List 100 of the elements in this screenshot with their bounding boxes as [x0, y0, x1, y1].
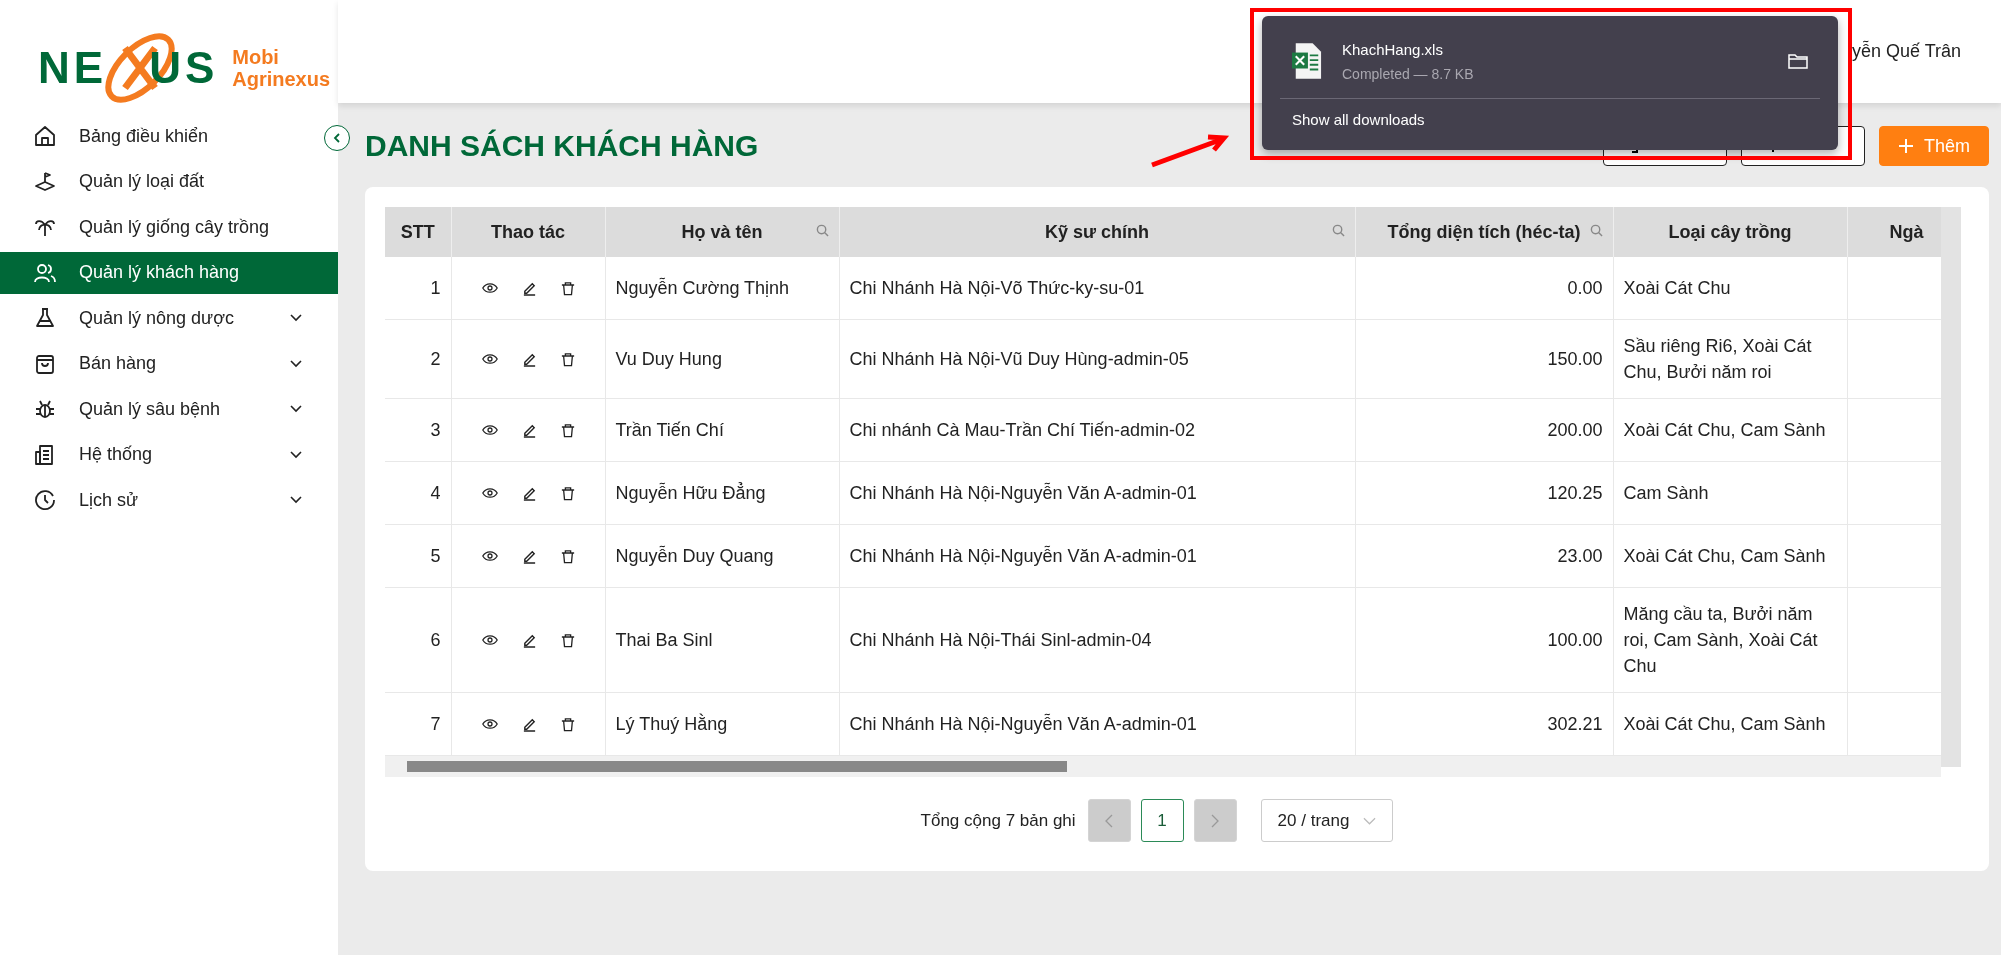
- file-name[interactable]: KhachHang.xls: [1342, 40, 1768, 58]
- delete-icon[interactable]: [560, 716, 575, 732]
- table-cell: Chi Nhánh Hà Nội-Vũ Duy Hùng-admin-05: [849, 349, 1189, 369]
- page-size-select[interactable]: 20 / trang: [1260, 799, 1394, 842]
- table-cell: 7: [430, 714, 441, 734]
- sidebar-item[interactable]: Bảng điều khiển: [0, 115, 322, 157]
- view-icon[interactable]: [481, 550, 498, 562]
- table-cell: Xoài Cát Chu, Cam Sành: [1623, 420, 1826, 440]
- search-icon[interactable]: [1331, 224, 1345, 237]
- table-cell: 100.00: [1547, 630, 1603, 650]
- table-cell: Trần Tiến Chí: [615, 420, 724, 440]
- table-cell: Chi Nhánh Hà Nội-Nguyễn Văn A-admin-01: [849, 483, 1197, 503]
- table-cell: Chi Nhánh Hà Nội-Thái Sinl-admin-04: [849, 630, 1152, 650]
- brand-name: Mobi: [232, 45, 280, 68]
- download-status: Completed — 8.7 KB: [1342, 65, 1475, 82]
- table-cell: Nguyễn Cường Thịnh: [615, 278, 790, 298]
- column-header[interactable]: Thao tác: [451, 207, 605, 257]
- table-cell: 0.00: [1567, 278, 1603, 298]
- brand-name: Agrinexus: [232, 67, 331, 90]
- table-cell: 23.00: [1557, 546, 1603, 566]
- chevron-down-icon: [290, 359, 302, 368]
- delete-icon[interactable]: [560, 485, 575, 501]
- soil-icon: [33, 169, 57, 194]
- column-header[interactable]: Loại cây trồng: [1613, 207, 1847, 257]
- spreadsheet-file-icon: [1292, 42, 1322, 80]
- table-cell: Vu Duy Hung: [615, 349, 722, 369]
- table-cell: Chi Nhánh Hà Nội-Nguyễn Văn A-admin-01: [849, 546, 1197, 566]
- search-icon[interactable]: [1589, 224, 1603, 237]
- table-cell: Măng cầu ta, Bưởi năm roi, Cam Sành, Xoài Cát Chu: [1623, 604, 1818, 676]
- table-cell: Sầu riêng Ri6, Xoài Cát Chu, Bưởi năm roi: [1623, 336, 1812, 382]
- delete-icon[interactable]: [560, 351, 575, 367]
- chevron-left-icon: [332, 133, 342, 143]
- edit-icon[interactable]: [521, 351, 537, 367]
- table-cell: 3: [430, 420, 441, 440]
- sidebar-item[interactable]: Quản lý loại đất: [0, 160, 322, 203]
- chevron-down-icon: [1363, 816, 1377, 825]
- column-header[interactable]: Kỹ sư chính: [839, 207, 1355, 257]
- delete-icon[interactable]: [560, 422, 575, 438]
- table-cell: 6: [430, 630, 441, 650]
- chevron-right-icon: [1211, 813, 1220, 828]
- edit-icon[interactable]: [521, 422, 537, 438]
- table-cell: 5: [430, 546, 441, 566]
- view-icon[interactable]: [481, 353, 498, 365]
- view-icon[interactable]: [481, 282, 498, 294]
- column-header[interactable]: STT: [385, 207, 451, 257]
- search-icon[interactable]: [815, 224, 829, 237]
- table-cell: Xoài Cát Chu: [1623, 278, 1731, 298]
- delete-icon[interactable]: [560, 280, 575, 296]
- table-cell: Nguyễn Duy Quang: [615, 546, 774, 566]
- table-cell: Chi nhánh Cà Mau-Trần Chí Tiến-admin-02: [849, 420, 1195, 440]
- column-header[interactable]: Ngà: [1847, 207, 1941, 257]
- chevron-down-icon: [290, 496, 302, 504]
- home-icon: [33, 124, 57, 148]
- folder-icon[interactable]: [1788, 53, 1808, 69]
- plus-icon: [1898, 138, 1914, 154]
- table-cell: 150.00: [1547, 349, 1603, 369]
- page-button[interactable]: 1: [1140, 799, 1184, 842]
- scrollbar[interactable]: [385, 756, 1941, 777]
- table-cell: 120.25: [1547, 483, 1603, 503]
- show-all-downloads-link[interactable]: Show all downloads: [1292, 111, 1425, 128]
- table-cell: 4: [430, 483, 441, 503]
- view-icon[interactable]: [481, 718, 498, 730]
- sidebar-item[interactable]: Quản lý giống cây trồng: [0, 206, 322, 248]
- column-header[interactable]: Họ và tên: [605, 207, 839, 257]
- sidebar-item[interactable]: Quản lý nông dược: [0, 297, 322, 339]
- edit-icon[interactable]: [521, 716, 537, 732]
- view-icon[interactable]: [481, 487, 498, 499]
- edit-icon[interactable]: [521, 632, 537, 648]
- view-icon[interactable]: [481, 634, 498, 646]
- sidebar-item[interactable]: Bán hàng: [0, 342, 322, 385]
- sidebar-item[interactable]: Lịch sử: [0, 479, 322, 521]
- table-cell: Chi Nhánh Hà Nội-Nguyễn Văn A-admin-01: [849, 714, 1197, 734]
- user-name[interactable]: yễn Quế Trân: [1851, 41, 1961, 62]
- edit-icon[interactable]: [521, 485, 537, 501]
- table-cell: Xoài Cát Chu, Cam Sành: [1623, 546, 1826, 566]
- table-cell: 200.00: [1547, 420, 1603, 440]
- flask-icon: [33, 306, 57, 330]
- chevron-down-icon: [290, 450, 302, 459]
- table-cell: Nguyễn Hữu Đẳng: [615, 483, 766, 503]
- sidebar-item[interactable]: Quản lý sâu bệnh: [0, 388, 322, 430]
- table-cell: Cam Sành: [1623, 483, 1709, 503]
- delete-icon[interactable]: [560, 548, 575, 564]
- edit-icon[interactable]: [521, 548, 537, 564]
- sidebar-item[interactable]: Quản lý khách hàng: [0, 251, 338, 294]
- table-cell: Xoài Cát Chu, Cam Sành: [1623, 714, 1826, 734]
- table-cell: Thai Ba Sinl: [615, 630, 713, 650]
- sidebar-item[interactable]: Hệ thống: [0, 433, 322, 476]
- chevron-left-icon: [1105, 813, 1114, 828]
- table-cell: Chi Nhánh Hà Nội-Võ Thức-ky-su-01: [849, 278, 1145, 298]
- total-records: Tổng cộng 7 bản ghi: [920, 810, 1076, 831]
- clock-icon: [33, 488, 57, 512]
- delete-icon[interactable]: [560, 632, 575, 648]
- chevron-down-icon: [290, 405, 302, 413]
- table-cell: 302.21: [1547, 714, 1603, 734]
- column-header[interactable]: Tổng diện tích (héc-ta): [1355, 207, 1613, 257]
- table-cell: Lý Thuý Hằng: [615, 714, 728, 734]
- chevron-down-icon: [290, 314, 302, 322]
- table-cell: 1: [430, 278, 441, 298]
- view-icon[interactable]: [481, 424, 498, 436]
- edit-icon[interactable]: [521, 280, 537, 296]
